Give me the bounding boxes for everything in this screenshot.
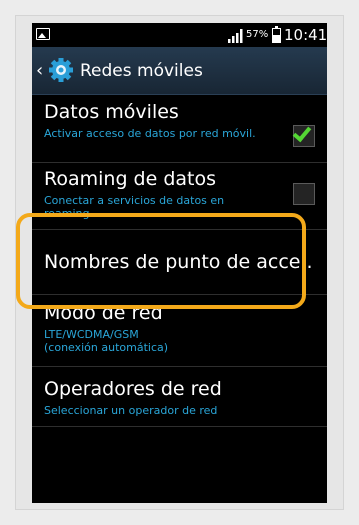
settings-list: Datos móviles Activar acceso de datos po… xyxy=(32,96,327,427)
action-bar: ‹ Redes móviles xyxy=(32,47,327,95)
setting-access-point-names[interactable]: Nombres de punto de acce.. xyxy=(32,230,327,295)
setting-title: Roaming de datos xyxy=(44,168,217,190)
battery-icon xyxy=(272,26,281,43)
mobile-data-checkbox[interactable] xyxy=(292,122,315,147)
status-bar: 57% 10:41 xyxy=(32,23,327,47)
signal-icon xyxy=(228,29,243,43)
gear-icon[interactable] xyxy=(48,57,74,83)
setting-title: Modo de red xyxy=(44,302,163,324)
chevron-left-icon[interactable]: ‹ xyxy=(36,61,43,81)
setting-title: Nombres de punto de acce.. xyxy=(44,251,313,273)
battery-percent: 57% xyxy=(246,29,269,40)
device-frame: 57% 10:41 ‹ Redes móviles Datos móviles … xyxy=(15,15,344,510)
phone-screen: 57% 10:41 ‹ Redes móviles Datos móviles … xyxy=(32,23,327,503)
setting-summary: Activar acceso de datos por red móvil. xyxy=(44,127,256,140)
setting-title: Datos móviles xyxy=(44,101,179,123)
data-roaming-checkbox[interactable] xyxy=(293,183,315,205)
setting-data-roaming[interactable]: Roaming de datos Conectar a servicios de… xyxy=(32,163,327,230)
setting-summary: Conectar a servicios de datos en roaming… xyxy=(44,194,225,220)
setting-summary: LTE/WCDMA/GSM (conexión automática) xyxy=(44,328,169,354)
clock: 10:41 xyxy=(284,26,327,44)
setting-mobile-data[interactable]: Datos móviles Activar acceso de datos po… xyxy=(32,96,327,163)
setting-network-operators[interactable]: Operadores de red Seleccionar un operado… xyxy=(32,367,327,427)
page-title: Redes móviles xyxy=(80,61,203,81)
setting-summary: Seleccionar un operador de red xyxy=(44,404,218,417)
setting-network-mode[interactable]: Modo de red LTE/WCDMA/GSM (conexión auto… xyxy=(32,295,327,367)
setting-title: Operadores de red xyxy=(44,378,222,400)
image-notification-icon xyxy=(36,28,50,40)
checkmark-icon xyxy=(292,122,312,143)
